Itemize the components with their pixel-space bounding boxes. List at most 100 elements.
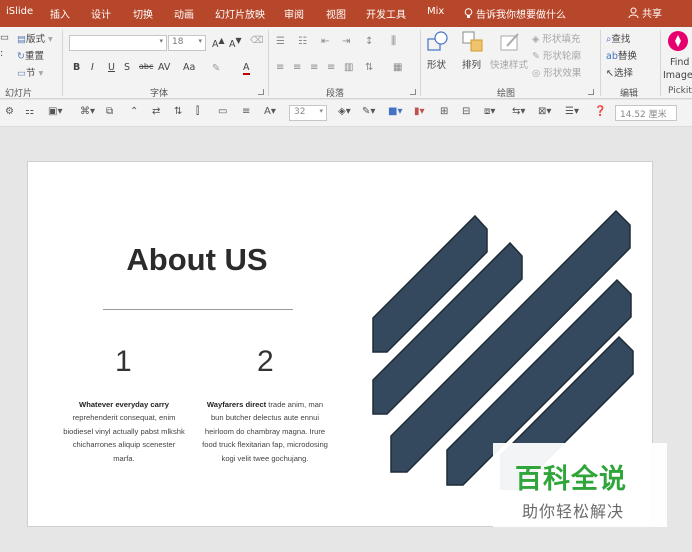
- toolbar-icon[interactable]: ⚏: [25, 106, 34, 117]
- tab-slideshow[interactable]: 幻灯片放映: [215, 6, 265, 21]
- arrange-icon[interactable]: [462, 31, 484, 53]
- toolbar-icon[interactable]: ⚙: [5, 106, 14, 117]
- toolbar-icon[interactable]: ▣▾: [48, 106, 62, 117]
- change-case-button[interactable]: Aa: [183, 62, 195, 73]
- tab-animations[interactable]: 动画: [174, 6, 194, 21]
- align-right-icon[interactable]: ≡: [310, 62, 318, 73]
- toolbar-icon[interactable]: ⊞: [440, 106, 448, 117]
- select-button[interactable]: ↖选择: [606, 65, 633, 79]
- toolbar-icon[interactable]: ⌘▾: [80, 106, 95, 117]
- shape-outline-button[interactable]: ✎ 形状轮廓: [532, 48, 581, 62]
- align-center-icon[interactable]: ≡: [293, 62, 301, 73]
- find-label: 查找: [611, 34, 631, 45]
- ribbon: ▭ : ▤版式 ▾ ↻重置 ▭节 ▾ 幻灯片 ▾ 18 ▾ A▲ A▼ ⌫ B I…: [0, 27, 692, 99]
- toolbar-icon[interactable]: A▾: [264, 106, 276, 117]
- toolbar-icon[interactable]: ⫿: [196, 106, 199, 117]
- toolbar-icon[interactable]: ■▾: [388, 106, 402, 117]
- underline-button[interactable]: U: [108, 62, 115, 73]
- quick-styles-label[interactable]: 快速样式: [490, 57, 528, 71]
- toolbar-width-value: 14.52 厘米: [620, 110, 667, 120]
- tab-view[interactable]: 视图: [326, 6, 346, 21]
- slide-title[interactable]: About US: [124, 242, 270, 278]
- toolbar-icon[interactable]: ⇆▾: [512, 106, 525, 117]
- char-spacing-button[interactable]: AV: [158, 62, 170, 73]
- tab-developer[interactable]: 开发工具: [366, 6, 406, 21]
- text-direction-icon[interactable]: ⇅: [365, 62, 373, 73]
- tab-design[interactable]: 设计: [91, 6, 111, 21]
- help-icon[interactable]: ❓: [594, 106, 606, 117]
- column-1-text[interactable]: Whatever everyday carry reprehenderit co…: [61, 398, 187, 465]
- group-label-font: 字体: [150, 89, 169, 99]
- justify-icon[interactable]: ≡: [327, 62, 335, 73]
- shape-effects-button[interactable]: ◎ 形状效果: [532, 65, 581, 79]
- replace-button[interactable]: ab替换: [606, 48, 637, 62]
- shadow-button[interactable]: S: [124, 62, 130, 73]
- bullets-icon[interactable]: ☰: [276, 36, 285, 47]
- reset-button[interactable]: ↻重置: [17, 48, 44, 62]
- font-color-button[interactable]: A: [243, 62, 250, 75]
- highlight-icon[interactable]: ✎: [212, 63, 220, 74]
- new-slide-fragment-2: :: [0, 48, 4, 59]
- group-separator: [62, 30, 63, 96]
- toolbar-icon[interactable]: ⊟: [462, 106, 470, 117]
- pen-icon: ✎: [532, 51, 543, 62]
- pickit-image-label[interactable]: Image: [663, 70, 692, 81]
- toolbar-width-field[interactable]: 14.52 厘米: [615, 105, 677, 121]
- columns-icon[interactable]: ⫼: [391, 34, 396, 48]
- toolbar-icon[interactable]: ▮▾: [414, 106, 425, 117]
- pickit-logo-icon[interactable]: [667, 30, 689, 52]
- toolbar-icon[interactable]: ≡: [242, 106, 250, 117]
- toolbar-font-size[interactable]: 32 ▾: [289, 105, 327, 121]
- align-left-icon[interactable]: ≡: [276, 62, 284, 73]
- decrease-font-button[interactable]: A▼: [229, 36, 242, 50]
- toolbar-icon[interactable]: ☰▾: [565, 106, 579, 117]
- paragraph-dialog-launcher[interactable]: [410, 89, 416, 95]
- font-name-combo[interactable]: ▾: [69, 35, 167, 51]
- column-2-number[interactable]: 2: [257, 345, 274, 379]
- toolbar-icon[interactable]: ◈▾: [338, 106, 351, 117]
- bold-button[interactable]: B: [73, 62, 80, 73]
- italic-button[interactable]: I: [91, 62, 94, 73]
- toolbar-icon[interactable]: ⇅: [174, 106, 182, 117]
- strikethrough-button[interactable]: abc: [139, 62, 153, 71]
- toolbar-icon[interactable]: ⧈▾: [484, 106, 495, 117]
- font-dialog-launcher[interactable]: [258, 89, 264, 95]
- increase-indent-icon[interactable]: ⇥: [342, 36, 350, 47]
- numbering-icon[interactable]: ☷: [298, 36, 307, 47]
- arrange-label[interactable]: 排列: [462, 57, 481, 71]
- tab-islide[interactable]: iSlide: [6, 6, 33, 17]
- toolbar-icon[interactable]: ✎▾: [362, 106, 375, 117]
- new-slide-fragment[interactable]: ▭: [0, 32, 9, 43]
- drawing-dialog-launcher[interactable]: [588, 89, 594, 95]
- section-button[interactable]: ▭节 ▾: [17, 65, 43, 79]
- toolbar-icon[interactable]: ⊠▾: [538, 106, 551, 117]
- toolbar-icon[interactable]: ⧉: [106, 106, 113, 117]
- shape-fill-button[interactable]: ◈ 形状填充: [532, 31, 580, 45]
- shapes-icon[interactable]: [427, 31, 449, 53]
- decrease-indent-icon[interactable]: ⇤: [321, 36, 329, 47]
- layout-button[interactable]: ▤版式 ▾: [17, 31, 53, 45]
- tell-me-box[interactable]: 告诉我你想要做什么: [464, 6, 566, 21]
- find-button[interactable]: ⌕查找: [606, 31, 630, 45]
- smartart-icon[interactable]: ▦: [393, 62, 402, 73]
- tab-review[interactable]: 审阅: [284, 6, 304, 21]
- toolbar-icon[interactable]: ⌃: [130, 106, 138, 117]
- shapes-label[interactable]: 形状: [427, 57, 446, 71]
- tab-mix[interactable]: Mix: [427, 6, 444, 17]
- increase-font-button[interactable]: A▲: [212, 36, 225, 50]
- tab-insert[interactable]: 插入: [50, 6, 70, 21]
- toolbar-font-size-value: 32: [294, 107, 306, 117]
- group-separator: [420, 30, 421, 96]
- column-1-number[interactable]: 1: [115, 345, 132, 379]
- share-button[interactable]: 共享: [628, 5, 662, 20]
- toolbar-icon[interactable]: ▭: [218, 106, 227, 117]
- font-size-combo[interactable]: 18 ▾: [168, 35, 206, 51]
- column-2-text[interactable]: Wayfarers direct trade anim, man bun but…: [202, 398, 328, 465]
- clear-format-icon[interactable]: ⌫: [250, 35, 263, 46]
- distribute-icon[interactable]: ▥: [344, 62, 353, 73]
- pickit-find-label[interactable]: Find: [670, 57, 689, 68]
- toolbar-icon[interactable]: ⇄: [152, 106, 160, 117]
- line-spacing-icon[interactable]: ↕: [365, 36, 373, 47]
- tab-transitions[interactable]: 切换: [133, 6, 153, 21]
- quick-styles-icon[interactable]: [499, 31, 521, 53]
